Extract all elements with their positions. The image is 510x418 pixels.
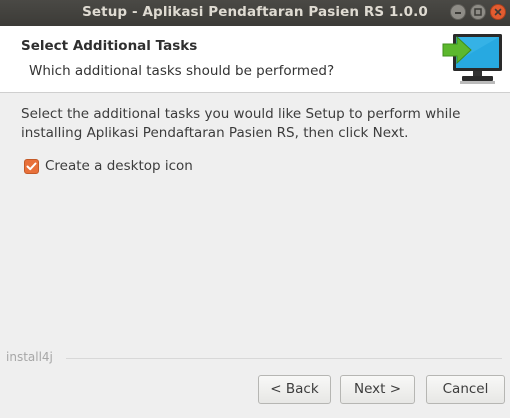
setup-window: Setup - Aplikasi Pendaftaran Pasien RS 1… [0,0,510,418]
install-monitor-arrow-icon [442,34,502,84]
desktop-icon-checkbox[interactable] [24,159,39,174]
close-icon[interactable] [490,4,506,20]
task-description: Select the additional tasks you would li… [21,106,461,141]
window-title: Setup - Aplikasi Pendaftaran Pasien RS 1… [82,4,428,20]
next-button[interactable]: Next > [340,375,415,404]
wizard-header: Select Additional Tasks Which additional… [0,26,510,93]
minimize-icon[interactable] [450,4,466,20]
page-subtitle: Which additional tasks should be perform… [29,63,335,79]
back-button[interactable]: < Back [258,375,331,404]
desktop-icon-label[interactable]: Create a desktop icon [45,158,193,174]
installer-brand: install4j [6,350,53,364]
page-title: Select Additional Tasks [21,38,198,54]
cancel-button[interactable]: Cancel [426,375,505,404]
maximize-icon[interactable] [470,4,486,20]
footer-divider [66,358,502,359]
title-bar[interactable]: Setup - Aplikasi Pendaftaran Pasien RS 1… [0,0,510,26]
